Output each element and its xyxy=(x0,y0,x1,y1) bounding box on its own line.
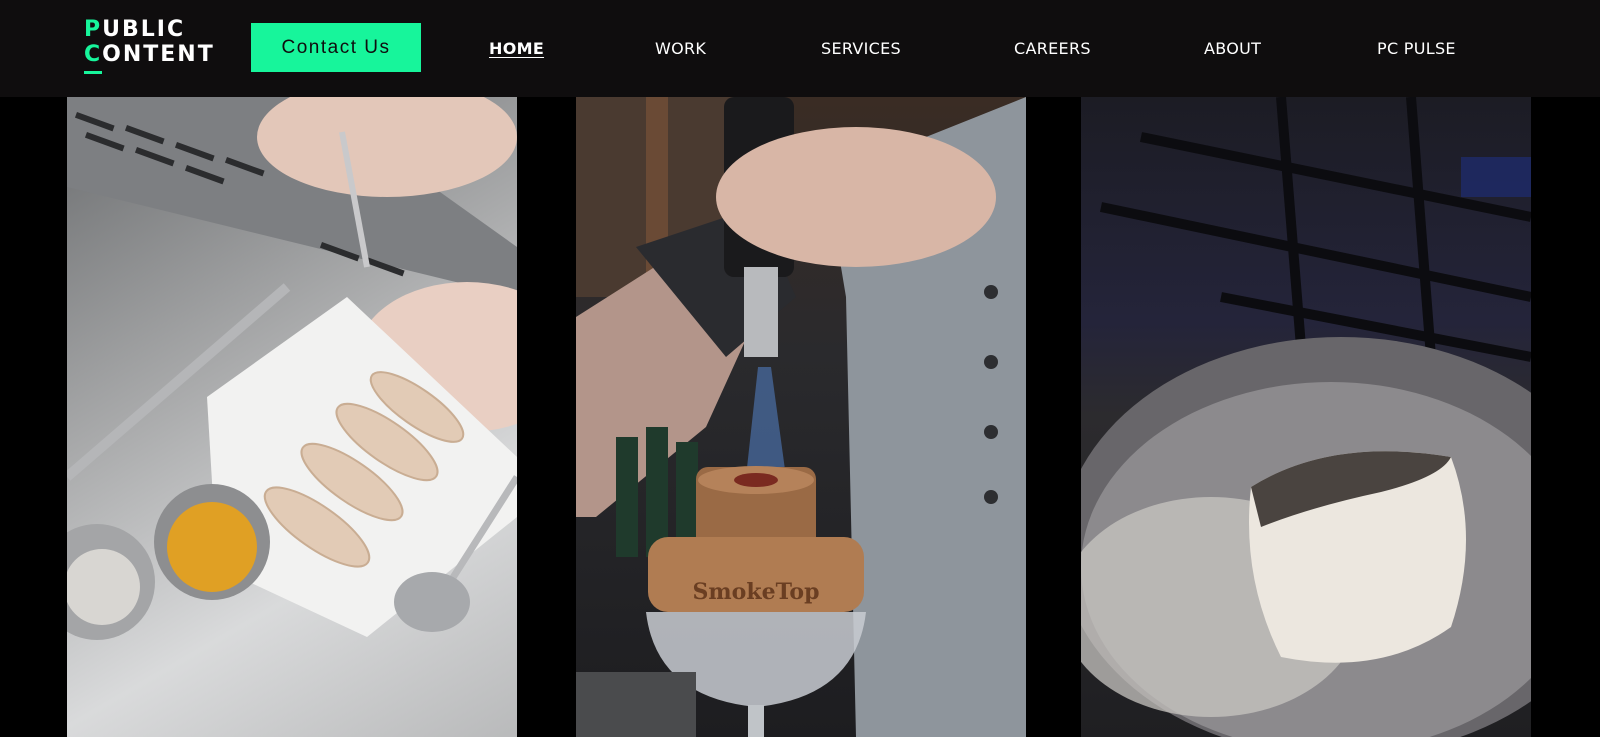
nav-services[interactable]: SERVICES xyxy=(821,39,901,58)
video-panel-searing[interactable] xyxy=(1081,97,1531,737)
bar-mat xyxy=(576,672,696,737)
hand-torch xyxy=(716,127,996,267)
stove-grates xyxy=(1099,97,1531,362)
sauce xyxy=(167,502,257,592)
nav-pc-pulse[interactable]: PC PULSE xyxy=(1377,39,1456,58)
smoketop-label: SmokeTop xyxy=(693,579,820,605)
torch-nozzle xyxy=(744,267,778,357)
video-panel-cocktail[interactable]: SmokeTop xyxy=(576,97,1026,737)
torch-flame xyxy=(746,367,786,477)
plating-scene xyxy=(67,97,517,640)
nav-careers[interactable]: CAREERS xyxy=(1014,39,1091,58)
spoon-bowl xyxy=(394,572,470,632)
main-nav: HOME WORK SERVICES CAREERS ABOUT PC PULS… xyxy=(0,0,1600,97)
blue-flame xyxy=(1461,157,1531,197)
searing-scene xyxy=(1081,97,1531,737)
nav-work[interactable]: WORK xyxy=(655,39,706,58)
video-panel-plating[interactable] xyxy=(67,97,517,737)
glass-stem xyxy=(748,705,764,737)
ember xyxy=(734,473,778,487)
site-header: PUBLIC CONTENT Contact Us HOME WORK SERV… xyxy=(0,0,1600,97)
nav-about[interactable]: ABOUT xyxy=(1204,39,1261,58)
nav-home[interactable]: HOME xyxy=(489,39,544,58)
salt xyxy=(67,549,140,625)
cocktail-scene: SmokeTop xyxy=(576,97,1026,737)
